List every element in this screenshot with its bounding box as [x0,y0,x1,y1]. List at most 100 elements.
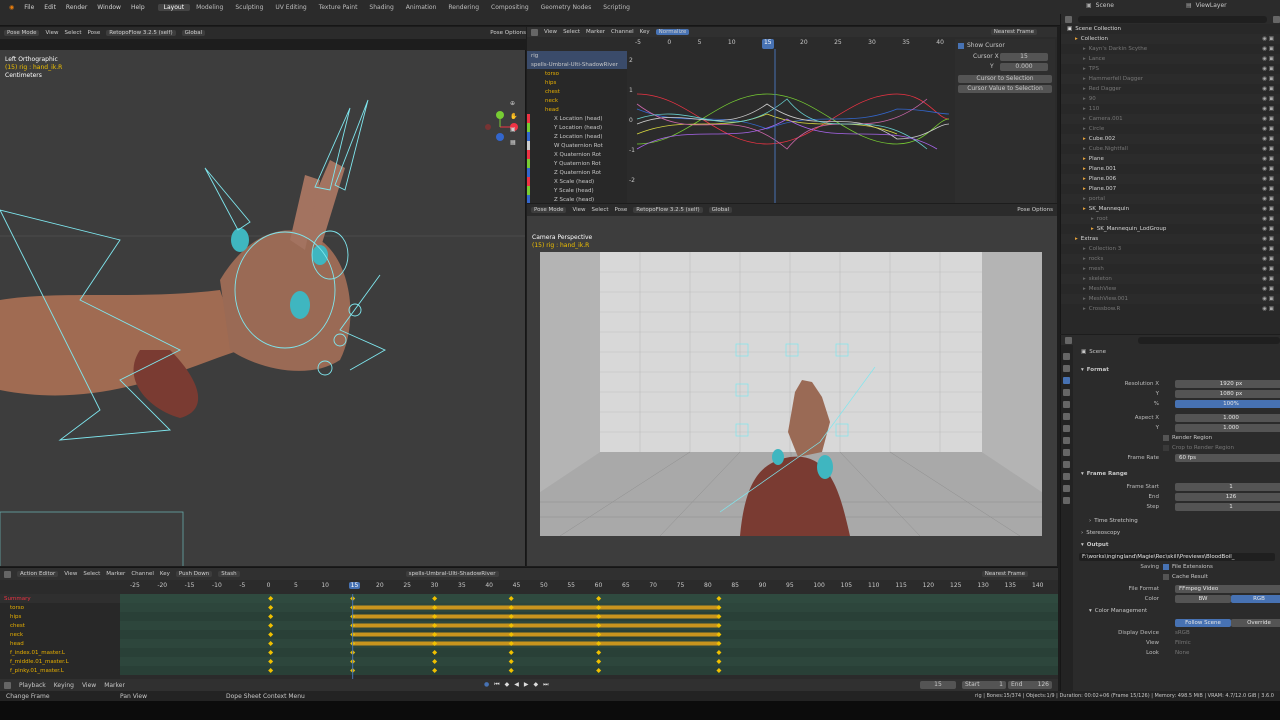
stereoscopy-panel-header[interactable]: › Stereoscopy [1075,528,1279,538]
frame-end-field[interactable]: 126 [1175,493,1280,501]
outliner-item[interactable]: ▸ skeleton ◉ ▣ [1061,274,1280,284]
outliner-item[interactable]: ▸ Lance ◉ ▣ [1061,54,1280,64]
cache-result-checkbox[interactable] [1163,574,1169,580]
orientation-dropdown[interactable]: Global [181,30,206,36]
collection-tab-icon[interactable] [1063,425,1070,432]
visibility-eye-icon[interactable]: ◉ ▣ [1262,66,1274,72]
constraints-tab-icon[interactable] [1063,473,1070,480]
outliner-item[interactable]: ▸ Circle ◉ ▣ [1061,124,1280,134]
outliner-item[interactable]: ▸ TPS ◉ ▣ [1061,64,1280,74]
visibility-eye-icon[interactable]: ◉ ▣ [1262,266,1274,272]
tool-tab-icon[interactable] [1063,353,1070,360]
physics-tab-icon[interactable] [1063,461,1070,468]
color-rgb-button[interactable]: RGB [1231,595,1280,603]
scene-selector[interactable]: ▣ Scene [1086,2,1114,9]
frame-start-field[interactable]: 1 [1175,483,1280,491]
snap-dropdown[interactable]: Nearest Frame [990,29,1037,35]
record-icon[interactable]: ● [484,681,489,689]
channel-row[interactable]: torso [527,69,627,78]
modifier-tab-icon[interactable] [1063,449,1070,456]
action-channel-row[interactable]: chest [0,621,120,630]
cam-orientation-dropdown[interactable]: Global [708,207,733,213]
graph-menu-view[interactable]: View [544,29,557,35]
action-channel-row[interactable]: f_middle.01_master.L [0,657,120,666]
channel-row[interactable]: X Scale (head) [527,177,627,186]
action-menu-view[interactable]: View [64,571,77,577]
world-tab-icon[interactable] [1063,413,1070,420]
visibility-eye-icon[interactable]: ◉ ▣ [1262,286,1274,292]
action-snap-dropdown[interactable]: Nearest Frame [981,571,1028,577]
menu-edit[interactable]: Edit [39,4,61,11]
outliner-item[interactable]: ▸ mesh ◉ ▣ [1061,264,1280,274]
outliner-item[interactable]: ▸ Plane.001 ◉ ▣ [1061,164,1280,174]
visibility-eye-icon[interactable]: ◉ ▣ [1262,96,1274,102]
channel-row[interactable]: hips [527,78,627,87]
aspect-x-field[interactable]: 1.000 [1175,414,1280,422]
outliner-item[interactable]: ▸ Cube.Nightfall ◉ ▣ [1061,144,1280,154]
outliner-item[interactable]: ▸ 110 ◉ ▣ [1061,104,1280,114]
res-pct-slider[interactable]: 100% [1175,400,1280,408]
prev-keyframe-icon[interactable]: ◆ [505,681,510,689]
pan-hand-icon[interactable]: ✋ [510,113,517,120]
camera-viewport[interactable]: Pose Mode View Select Pose RetopoFlow 3.… [527,204,1057,566]
visibility-eye-icon[interactable]: ◉ ▣ [1262,126,1274,132]
visibility-eye-icon[interactable]: ◉ ▣ [1262,186,1274,192]
cam-pose-mode-dropdown[interactable]: Pose Mode [531,207,567,213]
visibility-eye-icon[interactable]: ◉ ▣ [1262,166,1274,172]
timeline-menu-playback[interactable]: Playback [19,682,46,689]
frame-rate-dropdown[interactable]: 60 fps [1175,454,1280,462]
file-format-dropdown[interactable]: FFmpeg Video [1175,585,1280,593]
vp-menu-view[interactable]: View [45,30,58,36]
outliner-item[interactable]: ▸ SK_Mannequin ◉ ▣ [1061,204,1280,214]
cache-result-row[interactable]: Cache Result [1075,572,1279,582]
channel-row[interactable]: Y Quaternion Rot [527,159,627,168]
vp-menu-select[interactable]: Select [65,30,82,36]
tab-rendering[interactable]: Rendering [442,4,485,11]
summary-channel[interactable]: Summary [0,594,120,603]
grid-icon[interactable]: ▦ [510,139,517,146]
data-tab-icon[interactable] [1063,485,1070,492]
cam-menu-select[interactable]: Select [592,207,609,213]
dopesheet-type-icon[interactable] [4,570,11,578]
zoom-icon[interactable]: ⊕ [510,100,517,107]
jump-end-icon[interactable]: ⏭ [543,681,548,689]
channel-row[interactable]: Z Quaternion Rot [527,168,627,177]
channel-row[interactable]: chest [527,87,627,96]
cursor-to-selection-button[interactable]: Cursor to Selection [958,75,1052,83]
action-channel-row[interactable]: f_pinky.01_master.L [0,666,120,675]
outliner-item[interactable]: ▸ Plane.006 ◉ ▣ [1061,174,1280,184]
visibility-eye-icon[interactable]: ◉ ▣ [1262,306,1274,312]
scene-tab-icon[interactable] [1063,401,1070,408]
object-tab-icon[interactable] [1063,437,1070,444]
crop-region-checkbox[interactable] [1163,445,1169,451]
start-frame-field[interactable]: Start 1 [962,681,1006,689]
tab-uv-editing[interactable]: UV Editing [269,4,312,11]
show-cursor-row[interactable]: Show Cursor [958,42,1052,49]
visibility-eye-icon[interactable]: ◉ ▣ [1262,236,1274,242]
visibility-eye-icon[interactable]: ◉ ▣ [1262,216,1274,222]
bone-tab-icon[interactable] [1063,497,1070,504]
menu-render[interactable]: Render [61,4,92,11]
props-search-input[interactable] [1138,336,1280,344]
output-tab-icon[interactable] [1063,377,1070,384]
visibility-eye-icon[interactable]: ◉ ▣ [1262,136,1274,142]
channel-row[interactable]: Y Scale (head) [527,186,627,195]
action-selector[interactable]: spells-Umbral-Ulti-ShadowRiver [405,571,499,577]
properties-editor[interactable]: ▣ Scene ▾ Format Resolution X 1920 px Y 1… [1060,335,1280,700]
cam-rig-selector[interactable]: RetopoFlow 3.2.5 (self) [633,207,703,213]
tab-animation[interactable]: Animation [400,4,443,11]
camera-icon[interactable]: ▣ [510,126,517,133]
visibility-eye-icon[interactable]: ◉ ▣ [1262,46,1274,52]
scene-collection-row[interactable]: ▣ Scene Collection [1061,24,1280,34]
visibility-eye-icon[interactable]: ◉ ▣ [1262,206,1274,212]
render-tab-icon[interactable] [1063,365,1070,372]
play-icon[interactable]: ▶ [524,681,529,689]
outliner-item[interactable]: ▸ Kayn's Darkin Scythe ◉ ▣ [1061,44,1280,54]
blender-logo-icon[interactable]: ◉ [4,4,19,11]
normalize-toggle[interactable]: Normalize [655,29,690,35]
visibility-eye-icon[interactable]: ◉ ▣ [1262,226,1274,232]
visibility-eye-icon[interactable]: ◉ ▣ [1262,146,1274,152]
timeline-menu-keying[interactable]: Keying [54,682,74,689]
res-y-field[interactable]: 1080 px [1175,390,1280,398]
action-mode-dropdown[interactable]: Action Editor [17,571,59,577]
